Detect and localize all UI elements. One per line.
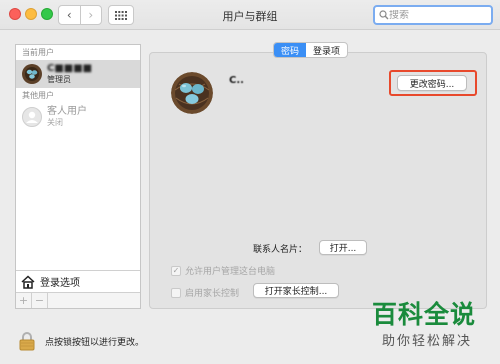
enable-parental-label: 启用家长控制 bbox=[185, 289, 240, 299]
allow-admin-label: 允许用户管理这台电脑 bbox=[185, 267, 276, 277]
account-name: C.. bbox=[229, 75, 244, 86]
remove-user-button[interactable]: − bbox=[32, 293, 48, 308]
guest-user-name: 客人用户 bbox=[47, 106, 87, 117]
sidebar-footer: + − bbox=[16, 292, 140, 308]
open-contact-button[interactable]: 打开... bbox=[319, 240, 367, 255]
watermark: 百科全说 助你轻松解决 bbox=[372, 300, 492, 358]
title-bar: ‹ › 用户与群组 bbox=[0, 0, 500, 30]
tab-password[interactable]: 密码 bbox=[274, 43, 307, 57]
search-input[interactable] bbox=[389, 9, 479, 21]
enable-parental-checkbox[interactable] bbox=[171, 287, 181, 298]
lock-icon[interactable] bbox=[19, 331, 35, 351]
user-avatar-icon bbox=[22, 64, 42, 84]
guest-avatar-icon bbox=[22, 107, 42, 127]
user-list-sidebar: 当前用户 C■■■■ 管理员 其他用户 客人用户 关闭 登录选项 + − bbox=[15, 44, 141, 309]
allow-admin-row: ✓ 允许用户管理这台电脑 bbox=[171, 264, 275, 277]
window: ‹ › 用户与群组 当前用户 bbox=[0, 0, 500, 364]
other-users-label: 其他用户 bbox=[22, 91, 54, 100]
login-options-item[interactable]: 登录选项 bbox=[16, 270, 140, 292]
change-password-button[interactable]: 更改密码... bbox=[397, 75, 467, 91]
watermark-subtitle: 助你轻松解决 bbox=[382, 334, 473, 349]
login-options-label: 登录选项 bbox=[40, 278, 80, 289]
lock-row: 点按锁按钮以进行更改。 bbox=[19, 331, 144, 351]
current-users-label: 当前用户 bbox=[22, 48, 54, 57]
contact-card-label: 联系人名片： bbox=[253, 245, 308, 255]
user-avatar[interactable] bbox=[171, 72, 213, 114]
search-icon bbox=[379, 10, 389, 20]
house-icon bbox=[21, 274, 35, 289]
current-user-name: C■■■■ bbox=[47, 63, 93, 74]
add-user-button[interactable]: + bbox=[16, 293, 32, 308]
allow-admin-checkbox[interactable]: ✓ bbox=[171, 265, 181, 276]
guest-user-role: 关闭 bbox=[47, 118, 63, 127]
search-field[interactable] bbox=[373, 5, 493, 25]
tab-bar: 密码 登录项 bbox=[273, 42, 349, 58]
parental-row: 启用家长控制 bbox=[171, 286, 239, 299]
user-item-guest[interactable]: 客人用户 关闭 bbox=[16, 103, 140, 131]
current-user-role: 管理员 bbox=[47, 75, 71, 84]
watermark-title: 百科全说 bbox=[372, 300, 477, 329]
bird-nest-eggs-icon bbox=[171, 72, 213, 114]
lock-text: 点按锁按钮以进行更改。 bbox=[45, 337, 145, 348]
user-item-current[interactable]: C■■■■ 管理员 bbox=[16, 60, 140, 88]
open-parental-controls-button[interactable]: 打开家长控制... bbox=[253, 283, 339, 298]
tab-login-items[interactable]: 登录项 bbox=[306, 43, 347, 57]
